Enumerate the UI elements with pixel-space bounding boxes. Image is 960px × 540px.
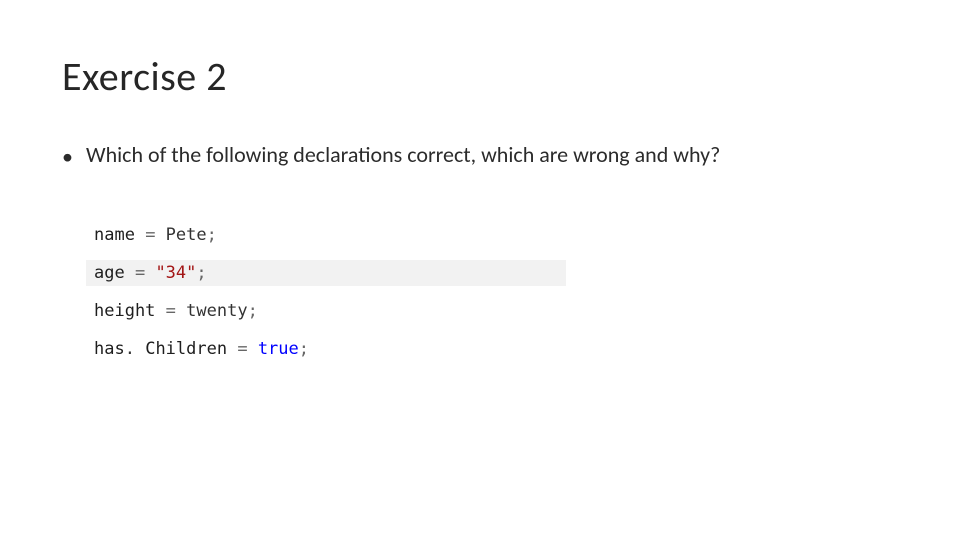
code-block: name = Pete;age = "34";height = twenty;h… xyxy=(86,222,566,374)
code-token: = xyxy=(155,301,186,321)
bullet-text: Which of the following declarations corr… xyxy=(86,140,882,170)
code-token: ; xyxy=(248,301,258,321)
code-token: = xyxy=(135,225,166,245)
bullet-marker: • xyxy=(62,140,86,172)
code-token: has xyxy=(94,339,125,359)
code-token: Pete xyxy=(166,225,207,245)
slide-body: • Which of the following declarations co… xyxy=(62,140,882,172)
bullet-item: • Which of the following declarations co… xyxy=(62,140,882,172)
code-token: true xyxy=(258,339,299,359)
code-token: = xyxy=(125,263,156,283)
slide: Exercise 2 • Which of the following decl… xyxy=(0,0,960,540)
code-line: height = twenty; xyxy=(86,298,566,324)
code-token: Children xyxy=(145,339,227,359)
code-token: . xyxy=(125,339,145,359)
code-line: has. Children = true; xyxy=(86,336,566,362)
code-token: "34" xyxy=(155,263,196,283)
code-token: twenty xyxy=(186,301,247,321)
code-token: age xyxy=(94,263,125,283)
code-line: age = "34"; xyxy=(86,260,566,286)
code-token: ; xyxy=(207,225,217,245)
slide-title: Exercise 2 xyxy=(62,52,227,101)
code-token: ; xyxy=(196,263,206,283)
code-token: name xyxy=(94,225,135,245)
code-line: name = Pete; xyxy=(86,222,566,248)
code-token: height xyxy=(94,301,155,321)
code-token: ; xyxy=(299,339,309,359)
code-token: = xyxy=(227,339,258,359)
